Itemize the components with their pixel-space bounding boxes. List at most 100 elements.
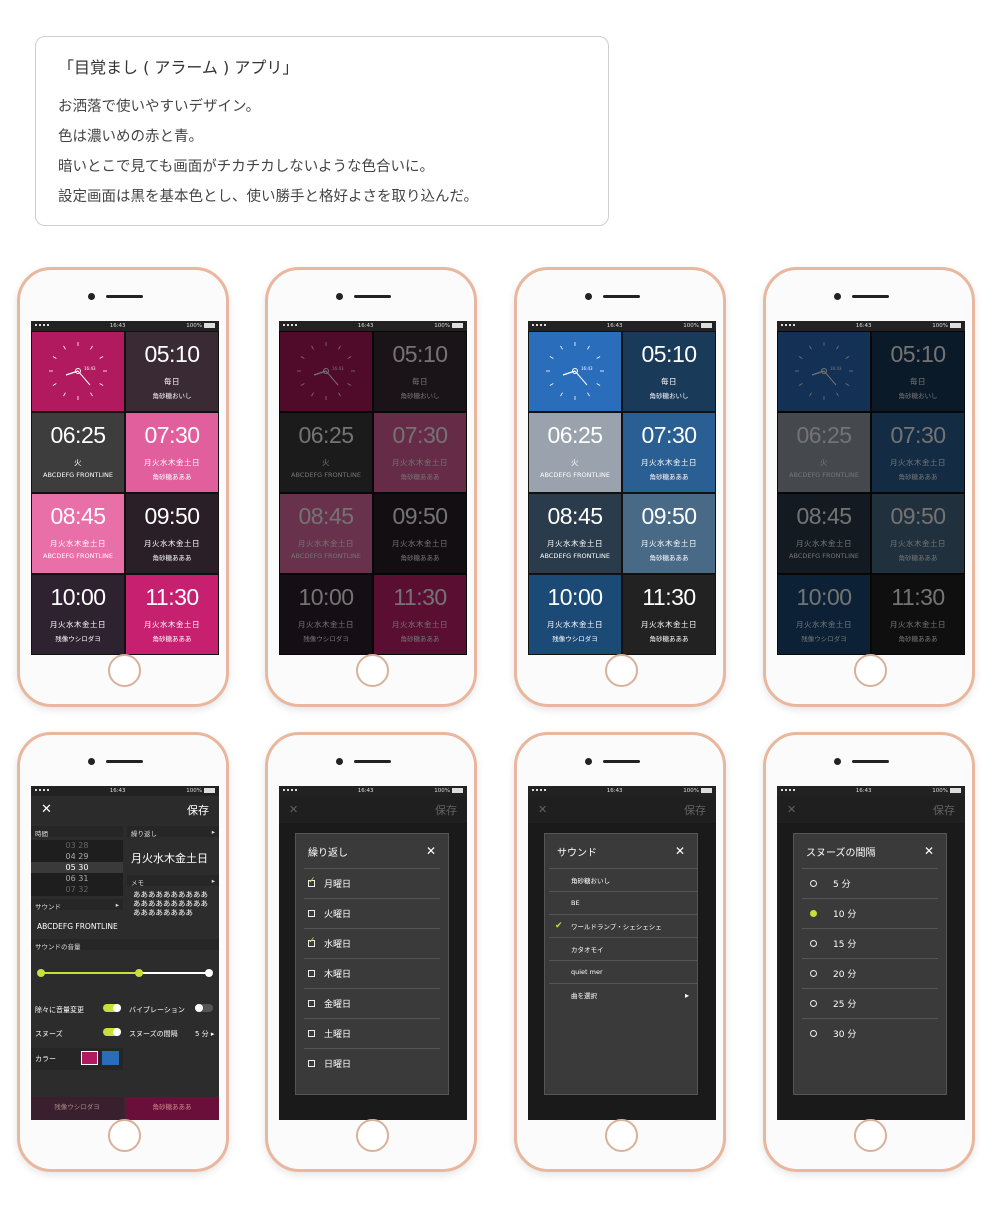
- repeat-day-row[interactable]: 土曜日: [304, 1018, 440, 1048]
- radio-icon[interactable]: [810, 910, 817, 917]
- repeat-day-row[interactable]: 金曜日: [304, 988, 440, 1018]
- alarm-tile[interactable]: 11:30 月火水木金土日角砂糖あああ: [623, 575, 715, 654]
- home-button[interactable]: [108, 654, 141, 687]
- alarm-days: 月火水木金土日: [144, 539, 200, 548]
- choose-song-row[interactable]: 曲を選択 ▸: [549, 983, 697, 1006]
- home-button[interactable]: [605, 654, 638, 687]
- repeat-day-row[interactable]: 木曜日: [304, 958, 440, 988]
- fade-toggle[interactable]: [103, 1004, 121, 1012]
- radio-icon[interactable]: [810, 1000, 817, 1007]
- alarm-tile[interactable]: 08:45 月火水木金土日 ABCDEFG FRONTLINE: [32, 494, 124, 573]
- clock-tile[interactable]: 16:43: [32, 332, 124, 411]
- repeat-days[interactable]: 月火水木金土日: [131, 850, 208, 866]
- picker-row[interactable]: 06 31: [31, 873, 123, 884]
- close-icon[interactable]: ✕: [675, 844, 685, 858]
- checkbox-icon[interactable]: [308, 1000, 315, 1007]
- repeat-day-label: 水曜日: [324, 940, 352, 950]
- home-button[interactable]: [108, 1119, 141, 1152]
- memo-text[interactable]: ああああああああああああああああああああああああああああ: [133, 890, 215, 917]
- alarm-tile[interactable]: 11:30 月火水木金土日角砂糖あああ: [126, 575, 218, 654]
- sound-value[interactable]: ABCDEFG FRONTLINE: [37, 922, 118, 931]
- color-swatch-red[interactable]: [81, 1051, 98, 1065]
- alarm-tile[interactable]: 09:50 月火水木金土日角砂糖あああ: [126, 494, 218, 573]
- snooze-modal: スヌーズの間隔 ✕ 5 分 10 分 15 分 20 分 25 分 30 分: [793, 833, 947, 1095]
- time-picker[interactable]: 03 28 04 29 05 30 06 31 07 32: [31, 840, 123, 896]
- alarm-tile[interactable]: 05:10 毎日角砂糖おいし: [126, 332, 218, 411]
- radio-icon[interactable]: [810, 880, 817, 887]
- home-button[interactable]: [854, 1119, 887, 1152]
- alarm-tile[interactable]: 10:00 月火水木金土日残像ウシロダヨ: [529, 575, 621, 654]
- volume-handle[interactable]: [135, 969, 143, 977]
- repeat-day-row[interactable]: 日曜日: [304, 1048, 440, 1078]
- radio-icon[interactable]: [810, 1030, 817, 1037]
- camera-dot: [88, 758, 95, 765]
- snooze-option-row[interactable]: 15 分: [802, 928, 938, 958]
- memo-label[interactable]: メモ ▸: [127, 875, 219, 887]
- checkbox-icon[interactable]: [308, 1060, 315, 1067]
- description-line: 色は濃いめの赤と青。: [58, 129, 203, 145]
- snooze-option-row[interactable]: 10 分: [802, 898, 938, 928]
- home-button[interactable]: [356, 1119, 389, 1152]
- radio-icon[interactable]: [810, 940, 817, 947]
- vibration-toggle[interactable]: [195, 1004, 213, 1012]
- picker-row-selected[interactable]: 05 30: [31, 862, 123, 873]
- alarm-tile[interactable]: 10:00 月火水木金土日残像ウシロダヨ: [32, 575, 124, 654]
- clock-tile[interactable]: 16:43: [529, 332, 621, 411]
- description-title: 「目覚まし ( アラーム ) アプリ」: [58, 58, 299, 77]
- repeat-day-row[interactable]: 水曜日: [304, 928, 440, 958]
- volume-min-handle[interactable]: [37, 969, 45, 977]
- alarm-days: 月火水木金土日: [641, 458, 697, 467]
- alarm-tile[interactable]: 09:50 月火水木金土日角砂糖あああ: [623, 494, 715, 573]
- alarm-time: 07:30: [144, 422, 200, 448]
- picker-row[interactable]: 07 32: [31, 884, 123, 895]
- checkbox-icon[interactable]: [308, 876, 316, 887]
- alarm-label: 残像ウシロダヨ: [552, 635, 598, 643]
- close-icon[interactable]: ✕: [426, 844, 436, 858]
- sound-label[interactable]: サウンド ▸: [31, 899, 123, 911]
- footer-tile-right: 角砂糖あああ: [125, 1097, 219, 1120]
- repeat-day-row[interactable]: 月曜日: [304, 868, 440, 898]
- alarm-tile[interactable]: 07:30 月火水木金土日角砂糖あああ: [623, 413, 715, 492]
- checkbox-icon[interactable]: [308, 970, 315, 977]
- repeat-label[interactable]: 繰り返し ▸: [127, 826, 219, 838]
- alarm-grid-screen: 16:43100%16:4305:10毎日角砂糖おいし06:25火ABCDEFG…: [279, 321, 467, 655]
- sound-row[interactable]: 角砂糖おいし: [549, 868, 697, 891]
- snooze-toggle[interactable]: [103, 1028, 121, 1036]
- home-button[interactable]: [605, 1119, 638, 1152]
- snooze-option-row[interactable]: 25 分: [802, 988, 938, 1018]
- sound-row[interactable]: ✔ ワールドランプ・シェシェシェ: [549, 914, 697, 937]
- close-icon[interactable]: ✕: [41, 802, 52, 817]
- snooze-option-row[interactable]: 20 分: [802, 958, 938, 988]
- snooze-option-label: 10 分: [833, 910, 857, 920]
- checkbox-icon[interactable]: [308, 936, 316, 947]
- snooze-option-row[interactable]: 30 分: [802, 1018, 938, 1048]
- alarm-tile[interactable]: 06:25 火 ABCDEFG FRONTLINE: [32, 413, 124, 492]
- snooze-option-row[interactable]: 5 分: [802, 868, 938, 898]
- volume-max-handle[interactable]: [205, 969, 213, 977]
- home-button[interactable]: [356, 654, 389, 687]
- checkbox-icon[interactable]: [308, 1030, 315, 1037]
- alarm-tile[interactable]: 05:10 毎日角砂糖おいし: [623, 332, 715, 411]
- settings-header-dim: ✕ 保存: [777, 796, 965, 823]
- checkbox-icon[interactable]: [308, 910, 315, 917]
- alarm-tile[interactable]: 07:30 月火水木金土日角砂糖あああ: [126, 413, 218, 492]
- snooze-interval-value[interactable]: 5 分 ▸: [195, 1029, 214, 1039]
- picker-row[interactable]: 04 29: [31, 851, 123, 862]
- sound-row[interactable]: quiet mer: [549, 960, 697, 983]
- home-button[interactable]: [854, 654, 887, 687]
- save-button[interactable]: 保存: [187, 802, 209, 818]
- settings-header: ✕ 保存: [31, 796, 219, 823]
- color-swatch-blue[interactable]: [102, 1051, 119, 1065]
- close-icon[interactable]: ✕: [924, 844, 934, 858]
- alarm-time: 09:50: [641, 503, 697, 529]
- sound-row[interactable]: BE: [549, 891, 697, 914]
- alarm-days: 月火水木金土日: [50, 620, 106, 629]
- radio-icon[interactable]: [810, 970, 817, 977]
- close-icon: ✕: [787, 803, 797, 816]
- alarm-tile[interactable]: 06:25 火 ABCDEFG FRONTLINE: [529, 413, 621, 492]
- repeat-day-row[interactable]: 火曜日: [304, 898, 440, 928]
- chevron-right-icon: ▸: [684, 990, 689, 1000]
- alarm-tile[interactable]: 08:45 月火水木金土日 ABCDEFG FRONTLINE: [529, 494, 621, 573]
- sound-row[interactable]: カタオモイ: [549, 937, 697, 960]
- picker-row[interactable]: 03 28: [31, 840, 123, 851]
